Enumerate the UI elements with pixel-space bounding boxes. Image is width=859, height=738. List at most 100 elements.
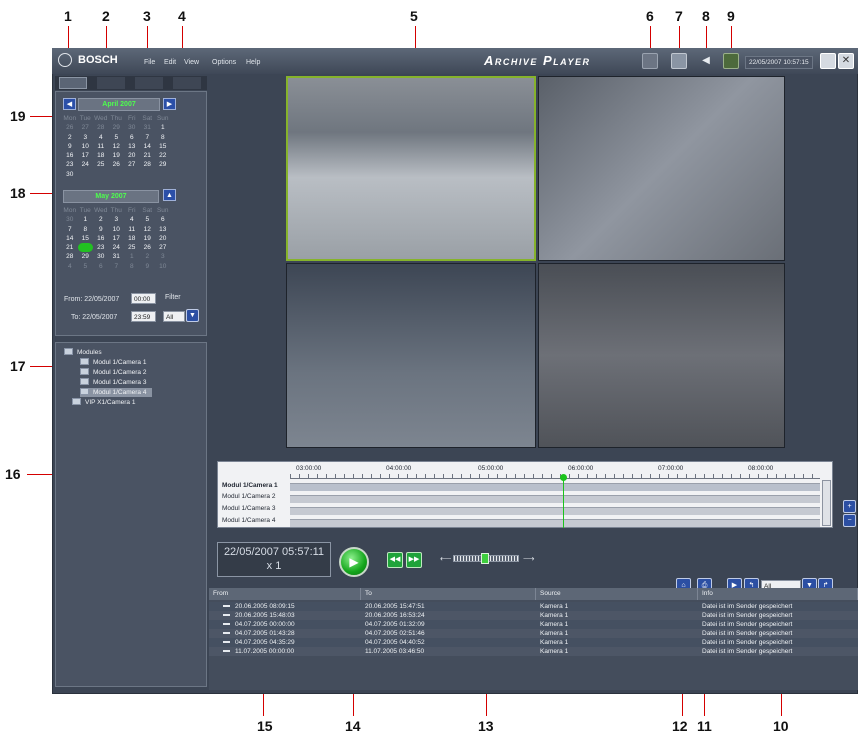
calendar-day[interactable]: 10 (155, 262, 171, 271)
calendar-day[interactable]: 4 (124, 215, 140, 224)
calendar-day[interactable]: 6 (93, 262, 109, 271)
calendar-day[interactable]: 4 (62, 262, 78, 271)
calendar-day[interactable]: 23 (62, 160, 78, 169)
calendar-day[interactable]: 29 (109, 123, 125, 132)
calendar-day[interactable]: 19 (140, 234, 156, 243)
calendar-day[interactable]: 28 (93, 123, 109, 132)
timeline-track-3[interactable] (290, 507, 820, 515)
calendar-day[interactable]: 27 (78, 123, 94, 132)
calendar-day[interactable]: 22 (77, 243, 93, 253)
calendar-day[interactable]: 16 (93, 234, 109, 243)
calendar-day[interactable]: 27 (155, 243, 171, 252)
column-header-source[interactable]: Source (536, 588, 698, 600)
calendar-day[interactable]: 14 (140, 142, 156, 151)
calendar-day[interactable]: 7 (109, 262, 125, 271)
filter-dropdown-button[interactable]: ▼ (186, 309, 199, 322)
calendar-day[interactable]: 3 (155, 252, 171, 261)
calendar-day[interactable]: 7 (62, 225, 78, 234)
calendar-day[interactable]: 11 (93, 142, 109, 151)
calendar-day[interactable]: 21 (62, 243, 78, 252)
menu-file[interactable]: File (144, 59, 155, 66)
calendar-day[interactable]: 11 (124, 225, 140, 234)
calendar-day[interactable]: 21 (140, 151, 156, 160)
calendar-day[interactable]: 5 (78, 262, 94, 271)
settings-icon[interactable] (671, 53, 687, 69)
playhead-marker[interactable] (563, 476, 564, 528)
calendar-day[interactable]: 10 (78, 142, 94, 151)
column-header-to[interactable]: To (361, 588, 536, 600)
calendar-day[interactable]: 23 (93, 243, 109, 252)
calendar-day[interactable]: 25 (124, 243, 140, 252)
calendar-day[interactable]: 17 (109, 234, 125, 243)
timeline-scrollbar[interactable] (822, 480, 831, 526)
calendar-day[interactable]: 26 (109, 160, 125, 169)
collapse-month-button[interactable]: ▲ (163, 189, 176, 201)
calendar-day[interactable]: 20 (124, 151, 140, 160)
calendar-day[interactable]: 6 (155, 215, 171, 224)
status-icon[interactable] (723, 53, 739, 69)
calendar-day[interactable]: 15 (78, 234, 94, 243)
calendar-day[interactable]: 4 (93, 133, 109, 142)
calendar-day[interactable]: 24 (109, 243, 125, 252)
column-header-from[interactable]: From (209, 588, 361, 600)
column-header-info[interactable]: Info (698, 588, 858, 600)
menu-options[interactable]: Options (212, 59, 236, 66)
menu-view[interactable]: View (184, 59, 199, 66)
tab-export-icon[interactable] (173, 77, 201, 89)
tree-item-camera-3[interactable]: Modul 1/Camera 3 (80, 378, 146, 387)
step-back-button[interactable]: ◀◀ (387, 552, 403, 568)
calendar-day[interactable]: 29 (155, 160, 171, 169)
tab-copy-icon[interactable] (97, 77, 125, 89)
calendar-day[interactable]: 5 (109, 133, 125, 142)
calendar-day[interactable]: 8 (155, 133, 171, 142)
calendar-day[interactable]: 19 (109, 151, 125, 160)
tree-item-vip-camera-1[interactable]: VIP X1/Camera 1 (72, 398, 135, 407)
timeline-track-4[interactable] (290, 519, 820, 527)
from-time-field[interactable]: 00:00 (131, 293, 156, 304)
tree-root-modules[interactable]: Modules (64, 348, 102, 357)
calendar-day[interactable]: 16 (62, 151, 78, 160)
calendar-day[interactable]: 9 (62, 142, 78, 151)
calendar-day[interactable]: 30 (62, 170, 78, 179)
calendar-day[interactable]: 28 (140, 160, 156, 169)
calendar-day[interactable]: 18 (124, 234, 140, 243)
timeline-panel[interactable]: 03:00:00 04:00:00 05:00:00 06:00:00 07:0… (217, 461, 833, 528)
calendar-day[interactable]: 31 (109, 252, 125, 261)
filter-select[interactable]: All (163, 311, 185, 322)
calendar-day[interactable]: 2 (62, 133, 78, 142)
shuttle-slider-knob[interactable] (481, 553, 489, 564)
calendar-day[interactable]: 2 (140, 252, 156, 261)
timeline-track-2[interactable] (290, 495, 820, 503)
prev-month-button[interactable]: ◀ (63, 98, 76, 110)
zoom-in-button[interactable]: + (843, 500, 856, 513)
calendar-day[interactable]: 5 (140, 215, 156, 224)
calendar-day[interactable]: 1 (124, 252, 140, 261)
minimize-icon[interactable] (820, 53, 836, 69)
tree-item-camera-4[interactable]: Modul 1/Camera 4 (80, 388, 153, 397)
calendar-day[interactable]: 14 (62, 234, 78, 243)
calendar-day[interactable]: 20 (155, 234, 171, 243)
monitor-icon[interactable] (642, 53, 658, 69)
calendar-day[interactable]: 18 (93, 151, 109, 160)
close-icon[interactable]: ✕ (838, 53, 854, 69)
calendar-day[interactable]: 12 (140, 225, 156, 234)
step-forward-button[interactable]: ▶▶ (406, 552, 422, 568)
calendar-day[interactable]: 10 (109, 225, 125, 234)
video-pane-1[interactable] (286, 76, 536, 261)
calendar-day[interactable]: 26 (140, 243, 156, 252)
tab-calendar-icon[interactable] (59, 77, 87, 89)
calendar-day[interactable]: 30 (124, 123, 140, 132)
calendar-day[interactable]: 12 (109, 142, 125, 151)
timeline-track-1[interactable] (290, 483, 820, 491)
calendar-day[interactable]: 13 (124, 142, 140, 151)
calendar-day[interactable]: 30 (62, 215, 78, 224)
calendar-day[interactable]: 9 (93, 225, 109, 234)
calendar-day[interactable]: 25 (93, 160, 109, 169)
calendar-day[interactable]: 3 (109, 215, 125, 224)
calendar-day[interactable]: 29 (78, 252, 94, 261)
speaker-icon[interactable]: ◀ (698, 53, 714, 69)
calendar-day[interactable]: 27 (124, 160, 140, 169)
calendar-day[interactable]: 30 (93, 252, 109, 261)
tree-item-camera-2[interactable]: Modul 1/Camera 2 (80, 368, 146, 377)
calendar-day[interactable]: 17 (78, 151, 94, 160)
